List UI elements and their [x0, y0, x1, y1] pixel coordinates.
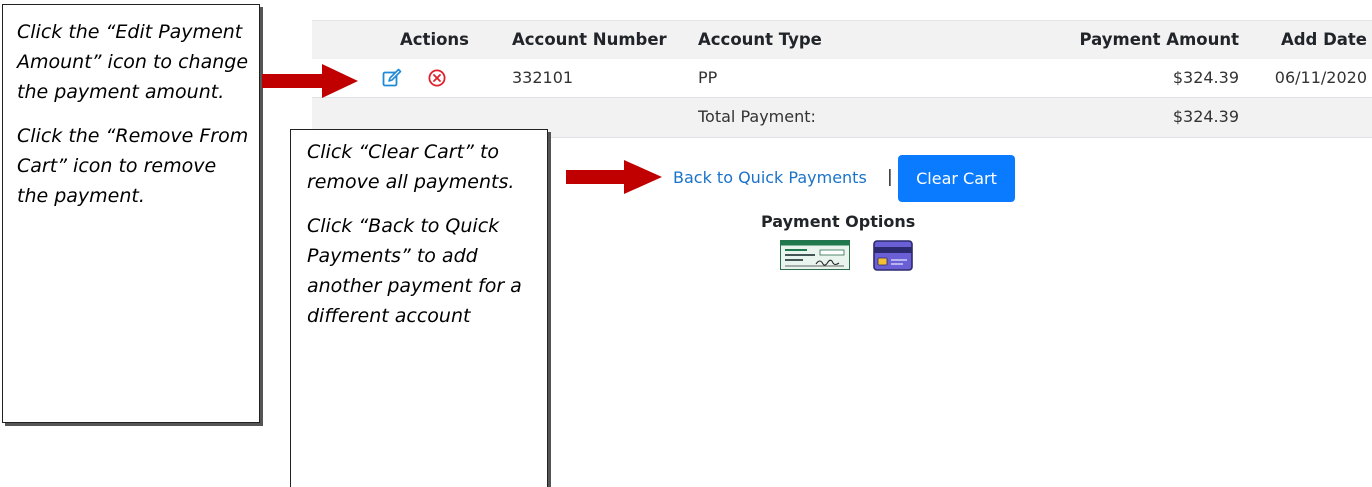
clear-cart-button[interactable]: Clear Cart [898, 155, 1015, 202]
clear-back-instructions-callout: Click “Clear Cart” to remove all payment… [290, 129, 548, 487]
callout-back-text: Click “Back to Quick Payments” to add an… [307, 215, 522, 327]
back-to-quick-payments-link[interactable]: Back to Quick Payments [673, 168, 867, 187]
edit-remove-instructions-callout: Click the “Edit Payment Amount” icon to … [2, 4, 260, 423]
header-actions: Actions [400, 30, 469, 49]
credit-card-icon[interactable] [873, 240, 913, 271]
cell-account-number: 332101 [512, 68, 574, 87]
remove-icon[interactable] [428, 69, 446, 87]
callout-remove-text: Click the “Remove From Cart” icon to rem… [17, 125, 249, 207]
check-icon[interactable] [780, 240, 850, 270]
table-header-row: Actions Account Number Account Type Paym… [312, 20, 1372, 60]
callout-edit-text: Click the “Edit Payment Amount” icon to … [17, 21, 249, 103]
callout-clear-text: Click “Clear Cart” to remove all payment… [307, 141, 515, 193]
header-add-date: Add Date [1280, 30, 1367, 49]
cell-payment-amount: $324.39 [1172, 68, 1239, 87]
payment-options-title: Payment Options [761, 212, 916, 231]
link-separator: | [887, 167, 893, 187]
table-row: 332101 PP $324.39 06/11/2020 [312, 59, 1372, 98]
header-account-type: Account Type [698, 30, 822, 49]
total-payment-label: Total Payment: [698, 107, 816, 126]
arrow-right-icon [566, 160, 662, 194]
edit-icon[interactable] [382, 68, 402, 88]
total-payment-value: $324.39 [1172, 107, 1239, 126]
header-payment-amount: Payment Amount [1079, 30, 1239, 49]
header-account-number: Account Number [512, 30, 667, 49]
cell-add-date: 06/11/2020 [1274, 68, 1367, 87]
arrow-right-icon [262, 64, 358, 98]
cell-account-type: PP [698, 68, 718, 87]
